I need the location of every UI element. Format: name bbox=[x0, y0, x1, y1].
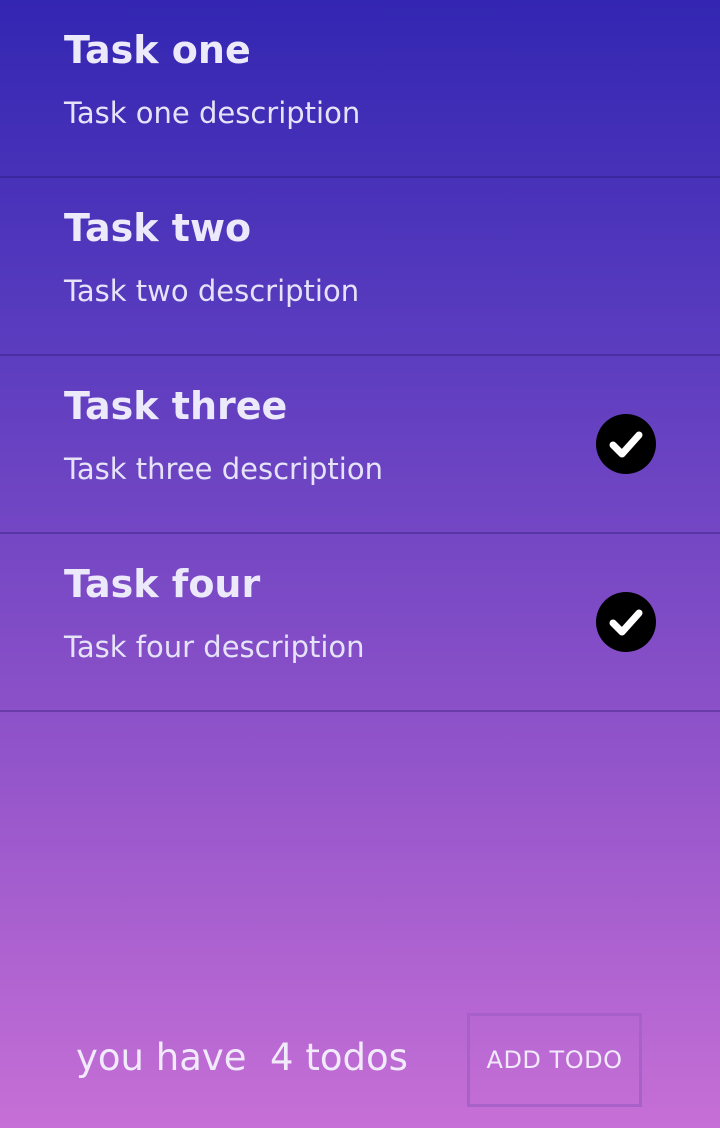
todo-item[interactable]: Task three Task three description bbox=[0, 356, 720, 534]
todo-item-title: Task three bbox=[64, 384, 288, 428]
todo-item-description: Task two description bbox=[64, 274, 360, 308]
todo-count-label: you have 4 todos bbox=[76, 1036, 408, 1079]
todo-item-title: Task four bbox=[64, 562, 261, 606]
todo-item-description: Task three description bbox=[64, 452, 383, 486]
todo-list: Task one Task one description Task two T… bbox=[0, 0, 720, 712]
todo-item-title: Task two bbox=[64, 206, 252, 250]
check-circle-icon[interactable] bbox=[596, 592, 656, 652]
todo-item[interactable]: Task one Task one description bbox=[0, 0, 720, 178]
todo-item-description: Task one description bbox=[64, 96, 361, 130]
check-circle-icon[interactable] bbox=[596, 414, 656, 474]
todo-item-title: Task one bbox=[64, 28, 251, 72]
add-todo-button[interactable]: ADD TODO bbox=[467, 1013, 642, 1107]
todo-item[interactable]: Task two Task two description bbox=[0, 178, 720, 356]
todo-item-description: Task four description bbox=[64, 630, 365, 664]
todo-item[interactable]: Task four Task four description bbox=[0, 534, 720, 712]
